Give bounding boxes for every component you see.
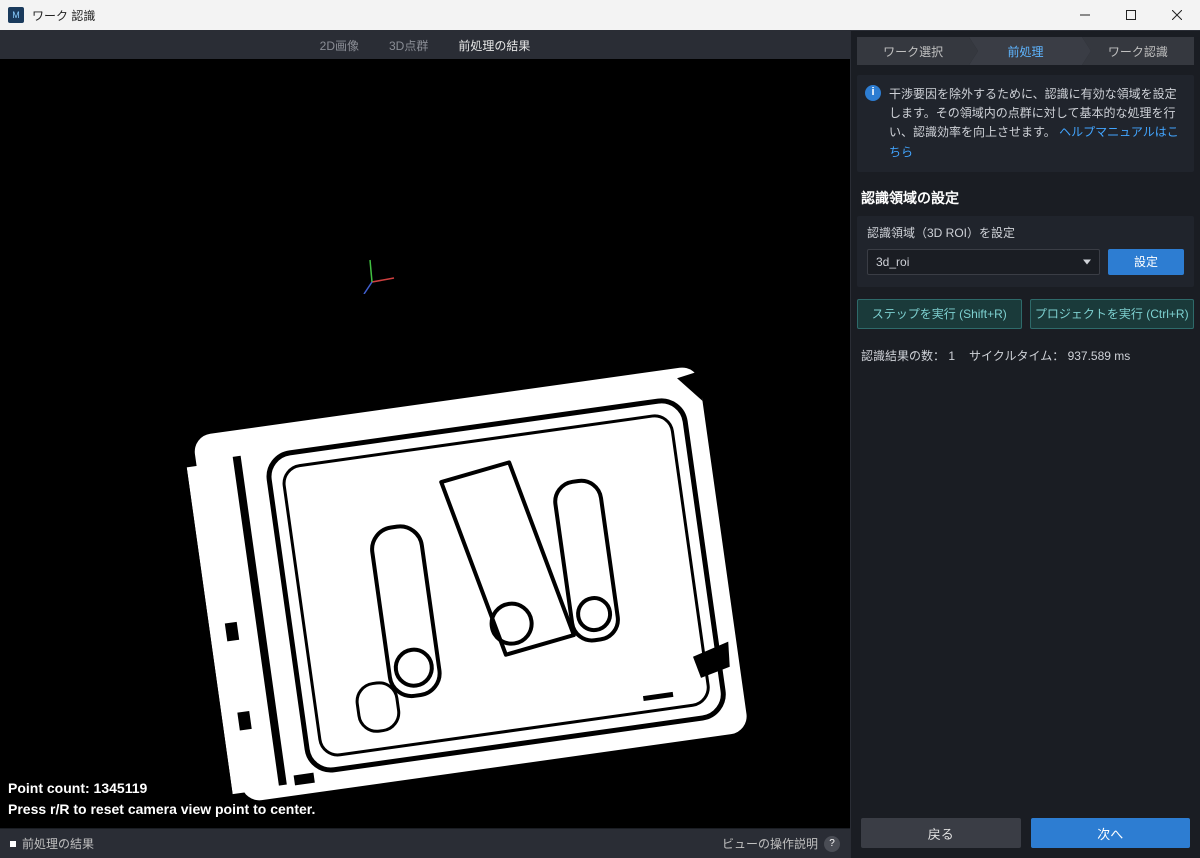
step-work-select[interactable]: ワーク選択 <box>857 37 969 65</box>
section-title: 認識領域の設定 <box>861 188 1190 208</box>
result-count-value: 1 <box>948 349 955 363</box>
step-preprocess[interactable]: 前処理 <box>969 37 1081 65</box>
result-line: 認識結果の数： 1 サイクルタイム： 937.589 ms <box>861 347 1190 364</box>
reset-hint: Press r/R to reset camera view point to … <box>8 799 315 820</box>
roi-label: 認識領域（3D ROI）を設定 <box>867 224 1184 241</box>
minimize-button[interactable] <box>1062 0 1108 30</box>
app-icon: M <box>8 7 24 23</box>
maximize-button[interactable] <box>1108 0 1154 30</box>
roi-panel: 認識領域（3D ROI）を設定 3d_roi 設定 <box>857 216 1194 287</box>
tab-2d-image[interactable]: 2D画像 <box>314 33 365 58</box>
run-step-button[interactable]: ステップを実行 (Shift+R) <box>857 299 1022 329</box>
pointcloud-preview <box>178 334 761 824</box>
point-count-value: 1345119 <box>94 780 148 796</box>
tab-3d-pointcloud[interactable]: 3D点群 <box>383 33 434 58</box>
next-button[interactable]: 次へ <box>1031 818 1191 848</box>
window-title: ワーク 認識 <box>32 7 1062 24</box>
step-work-recognize[interactable]: ワーク認識 <box>1082 37 1194 65</box>
run-project-button[interactable]: プロジェクトを実行 (Ctrl+R) <box>1030 299 1195 329</box>
status-left-text: 前処理の結果 <box>22 835 94 852</box>
status-bar: 前処理の結果 ビューの操作説明 ? <box>0 828 850 858</box>
viewport-3d[interactable]: Point count: 1345119 Press r/R to reset … <box>0 59 850 828</box>
close-button[interactable] <box>1154 0 1200 30</box>
tab-preprocessing-result[interactable]: 前処理の結果 <box>452 33 536 58</box>
view-tabs: 2D画像 3D点群 前処理の結果 <box>0 31 850 59</box>
point-count-label: Point count: <box>8 780 90 796</box>
titlebar: M ワーク 認識 <box>0 0 1200 30</box>
help-icon[interactable]: ? <box>824 836 840 852</box>
roi-set-button[interactable]: 設定 <box>1108 249 1184 275</box>
info-icon: i <box>865 85 881 101</box>
info-panel: i 干渉要因を除外するために、認識に有効な領域を設定します。その領域内の点群に対… <box>857 75 1194 172</box>
status-bullet-icon <box>10 841 16 847</box>
roi-select-value: 3d_roi <box>876 255 909 269</box>
back-button[interactable]: 戻る <box>861 818 1021 848</box>
view-help-label[interactable]: ビューの操作説明 <box>722 835 818 852</box>
axis-gizmo-icon <box>360 254 400 294</box>
viewport-overlay-text: Point count: 1345119 Press r/R to reset … <box>8 778 315 820</box>
roi-select[interactable]: 3d_roi <box>867 249 1100 275</box>
cycle-time-label: サイクルタイム： <box>969 349 1064 363</box>
chevron-down-icon <box>1083 259 1091 264</box>
cycle-time-value: 937.589 ms <box>1068 349 1131 363</box>
result-count-label: 認識結果の数： <box>861 349 945 363</box>
wizard-steps: ワーク選択 前処理 ワーク認識 <box>857 37 1194 65</box>
